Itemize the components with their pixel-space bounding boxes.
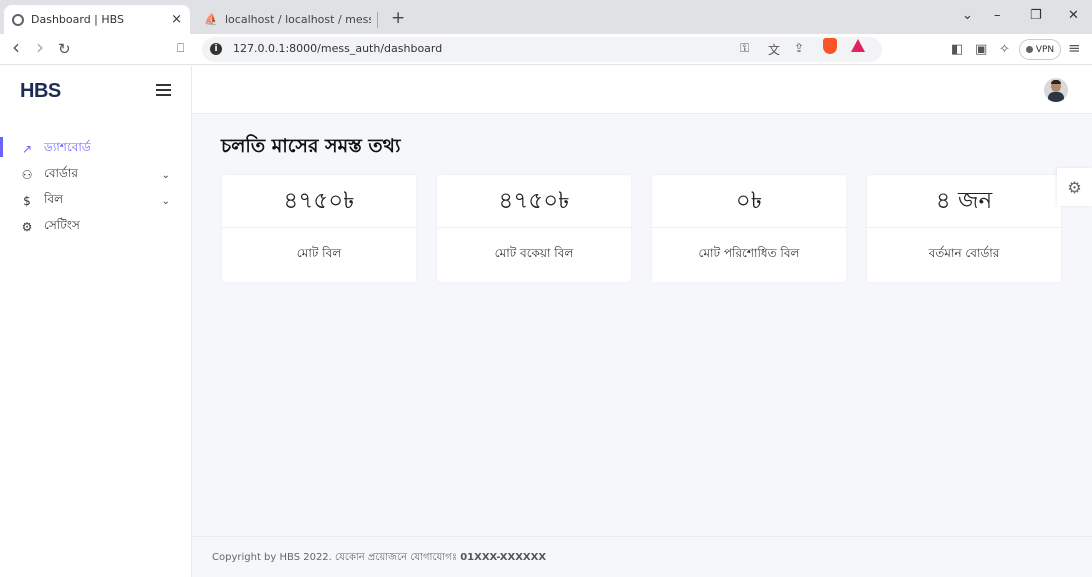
- close-tab-icon[interactable]: ×: [171, 12, 182, 27]
- tab-dashboard[interactable]: Dashboard | HBS ×: [4, 5, 190, 34]
- main-content: চলতি মাসের সমস্ত তথ্য ৪৭৫০৳ মোট বিল ৪৭৫০…: [192, 114, 1092, 536]
- translate-icon[interactable]: 文: [768, 41, 780, 58]
- trending-icon: ↗: [21, 142, 33, 156]
- sidebar-item-dashboard[interactable]: ↗ ড্যাশবোর্ড: [0, 136, 192, 162]
- sidebar-item-bill[interactable]: $ বিল ⌄: [0, 188, 192, 214]
- brave-rewards-icon[interactable]: [851, 39, 865, 52]
- stat-card-total-bill: ৪৭৫০৳ মোট বিল: [222, 175, 416, 282]
- share-icon[interactable]: ⇪: [794, 41, 804, 55]
- footer-text: Copyright by HBS 2022. যেকোন প্রয়োজনে য…: [212, 550, 546, 567]
- browser-tab-bar: Dashboard | HBS × ⛵ localhost / localhos…: [0, 0, 1092, 34]
- reload-button[interactable]: ↻: [58, 40, 71, 58]
- tab-title: localhost / localhost / mess_manage: [225, 13, 371, 26]
- tab-phpmyadmin[interactable]: ⛵ localhost / localhost / mess_manage: [196, 5, 386, 34]
- new-tab-button[interactable]: +: [391, 8, 405, 28]
- sidebar: HBS ↗ ড্যাশবোর্ড ⚇ বোর্ডার ⌄ $ বিল ⌄ ⚙ স…: [0, 66, 192, 577]
- stat-card-paid-bill: ০৳ মোট পরিশোধিত বিল: [652, 175, 846, 282]
- chevron-down-icon: ⌄: [161, 195, 170, 207]
- logo[interactable]: HBS: [20, 80, 61, 103]
- vpn-button[interactable]: VPN: [1019, 39, 1061, 60]
- bookmark-icon[interactable]: ⎕: [177, 41, 184, 56]
- stat-label: মোট পরিশোধিত বিল: [698, 246, 800, 260]
- forward-button[interactable]: ›: [36, 35, 44, 59]
- stat-label: মোট বকেয়া বিল: [494, 246, 574, 260]
- users-icon: ⚇: [21, 168, 33, 182]
- restore-button[interactable]: ❐: [1030, 8, 1042, 23]
- sidebar-item-settings[interactable]: ⚙ সেটিংস: [0, 214, 192, 240]
- avatar[interactable]: [1044, 78, 1068, 102]
- brave-shield-icon[interactable]: [823, 38, 837, 54]
- sidebar-icon[interactable]: ◧: [951, 42, 963, 57]
- tab-title: Dashboard | HBS: [31, 13, 124, 26]
- close-window-button[interactable]: ✕: [1068, 8, 1079, 23]
- sidebar-menu: ↗ ড্যাশবোর্ড ⚇ বোর্ডার ⌄ $ বিল ⌄ ⚙ সেটিং…: [0, 136, 192, 240]
- url-text[interactable]: 127.0.0.1:8000/mess_auth/dashboard: [233, 42, 442, 55]
- tab-search-icon[interactable]: ⌄: [962, 8, 973, 23]
- gear-icon: ⚙: [21, 220, 33, 234]
- stat-card-due-bill: ৪৭৫০৳ মোট বকেয়া বিল: [437, 175, 631, 282]
- sidebar-item-label: ড্যাশবোর্ড: [44, 140, 91, 154]
- sidebar-item-label: বোর্ডার: [44, 166, 78, 180]
- back-button[interactable]: ‹: [12, 35, 20, 59]
- phpmyadmin-icon: ⛵: [204, 12, 218, 26]
- wallet-icon[interactable]: ▣: [975, 42, 987, 57]
- stat-value: ০৳: [652, 175, 846, 228]
- stat-value: ৪৭৫০৳: [222, 175, 416, 228]
- settings-gear-icon[interactable]: ⚙: [1057, 168, 1092, 206]
- page-title: চলতি মাসের সমস্ত তথ্য: [221, 135, 401, 157]
- leo-icon[interactable]: ✧: [999, 42, 1010, 57]
- chevron-down-icon: ⌄: [161, 169, 170, 181]
- sidebar-item-label: বিল: [44, 192, 64, 206]
- vpn-label: VPN: [1035, 44, 1055, 55]
- footer: Copyright by HBS 2022. যেকোন প্রয়োজনে য…: [192, 536, 1092, 577]
- copyright-text: Copyright by HBS 2022. যেকোন প্রয়োজনে য…: [212, 552, 461, 563]
- stat-card-current-borders: ৪ জন বর্তমান বোর্ডার: [867, 175, 1061, 282]
- key-icon[interactable]: ⚿: [740, 41, 749, 56]
- minimize-button[interactable]: –: [994, 8, 1001, 23]
- dollar-icon: $: [23, 194, 31, 208]
- browser-toolbar: ‹ › ↻ ⎕ i 127.0.0.1:8000/mess_auth/dashb…: [0, 34, 1092, 65]
- sidebar-item-borders[interactable]: ⚇ বোর্ডার ⌄: [0, 162, 192, 188]
- site-info-icon[interactable]: i: [210, 43, 222, 55]
- stat-label: মোট বিল: [296, 246, 342, 260]
- address-bar[interactable]: i 127.0.0.1:8000/mess_auth/dashboard ⚿ 文…: [202, 37, 882, 62]
- stat-value: ৪৭৫০৳: [437, 175, 631, 228]
- vpn-status-icon: [1025, 46, 1033, 53]
- tab-divider: [377, 11, 378, 28]
- sidebar-item-label: সেটিংস: [44, 218, 80, 232]
- stat-label: বর্তমান বোর্ডার: [928, 246, 1000, 260]
- menu-icon[interactable]: ≡: [1068, 39, 1081, 57]
- hamburger-icon[interactable]: [156, 84, 171, 96]
- stat-value: ৪ জন: [867, 175, 1061, 228]
- globe-icon: [12, 13, 24, 26]
- app-header: [192, 66, 1092, 114]
- contact-phone: 01XXX-XXXXXX: [460, 552, 547, 563]
